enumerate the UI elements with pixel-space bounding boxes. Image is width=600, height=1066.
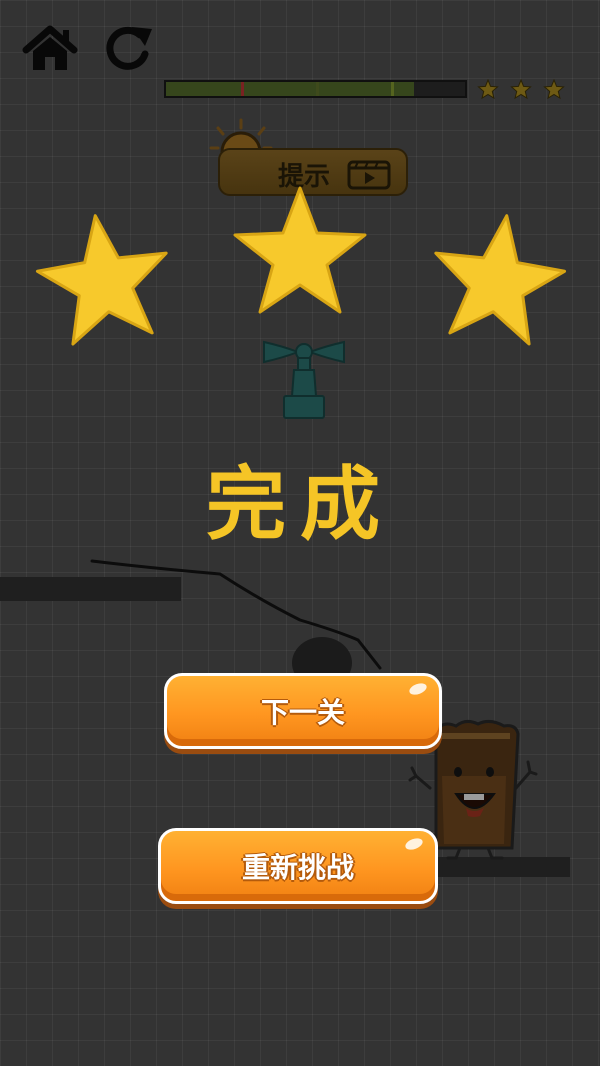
progress-fill — [166, 82, 415, 96]
next-level-label: 下一关 — [260, 696, 345, 729]
retry-label: 重新挑战 — [241, 851, 354, 884]
progress-marker-1 — [241, 82, 244, 96]
progress-marker-3 — [391, 82, 394, 96]
level-complete-title: 完成 — [206, 458, 394, 551]
next-level-button[interactable]: 下一关 — [164, 673, 442, 749]
mini-star-rating — [477, 79, 565, 100]
result-star-1 — [35, 214, 168, 346]
result-star-3 — [434, 214, 567, 346]
restart-button[interactable] — [100, 24, 158, 74]
mini-star-icon — [543, 79, 565, 100]
mini-star-icon — [510, 79, 532, 100]
progress-marker-2 — [316, 82, 319, 96]
home-icon — [22, 25, 78, 70]
button-gloss — [403, 836, 425, 852]
retry-button[interactable]: 重新挑战 — [158, 828, 438, 904]
home-button[interactable] — [22, 24, 78, 74]
result-star-2 — [233, 186, 367, 314]
restart-icon — [106, 26, 152, 70]
water-tap-icon — [258, 338, 350, 424]
level-progress-bar — [164, 80, 467, 98]
button-gloss — [407, 681, 429, 697]
mini-star-icon — [477, 79, 499, 100]
